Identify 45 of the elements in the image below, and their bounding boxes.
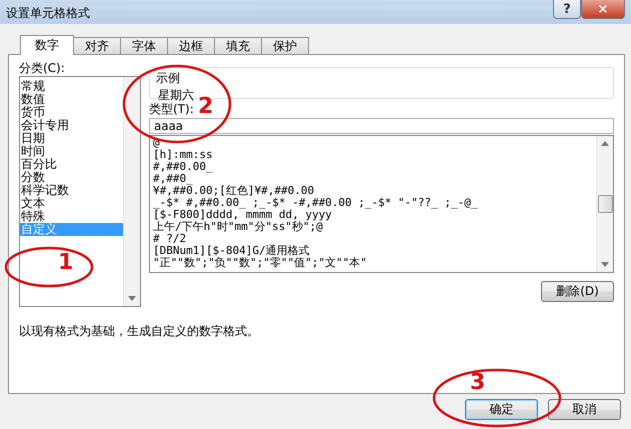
category-item[interactable]: 文本 [20, 197, 123, 210]
category-item[interactable]: 时间 [20, 145, 123, 158]
cancel-button[interactable]: 取消 [548, 399, 621, 420]
format-item[interactable]: #,##0.00_ [153, 161, 593, 173]
help-button[interactable]: ? [553, 0, 581, 19]
category-item[interactable]: 货币 [20, 106, 123, 119]
tab[interactable]: 字体 [120, 37, 168, 54]
annotation-number: 2 [198, 96, 214, 118]
format-item[interactable]: [h]:mm:ss [153, 149, 593, 161]
category-item[interactable]: 科学记数 [20, 184, 123, 197]
type-input[interactable]: aaaa [149, 118, 614, 134]
category-item[interactable]: 会计专用 [20, 119, 123, 132]
format-item[interactable]: [$-F800]dddd, mmmm dd, yyyy [153, 209, 593, 221]
tab[interactable]: 对齐 [73, 37, 121, 54]
format-item[interactable]: _-$* #,##0.00_ ;_-$* -#,##0.00 ;_-$* "-"??_ ;_-@_ [153, 197, 593, 209]
format-item[interactable]: "正""数";"负""数";"零""值";"文""本" [153, 257, 593, 269]
category-item[interactable]: 数值 [20, 93, 123, 106]
tab[interactable]: 数字 [20, 35, 74, 55]
ok-button[interactable]: 确定 [465, 399, 538, 420]
category-item[interactable]: 分数 [20, 171, 123, 184]
window-title: 设置单元格格式 [6, 5, 90, 22]
format-item[interactable]: [DBNum1][$-804]G/通用格式 [153, 245, 593, 257]
scroll-down-icon[interactable] [601, 262, 609, 267]
tab[interactable]: 保护 [261, 37, 309, 54]
format-item[interactable]: ¥#,##0.00;[红色]¥#,##0.00 [153, 185, 593, 197]
scroll-thumb[interactable] [598, 195, 612, 213]
annotation-number: 3 [470, 372, 486, 394]
category-item[interactable]: 特殊 [20, 210, 123, 223]
category-item[interactable]: 百分比 [20, 158, 123, 171]
description: 以现有格式为基础，生成自定义的数字格式。 [19, 323, 260, 340]
format-item[interactable]: #,##0_ [153, 173, 593, 185]
category-item[interactable]: 常规 [20, 80, 123, 93]
tab[interactable]: 填充 [214, 37, 262, 54]
category-label: 分类(C): [19, 61, 65, 76]
sample-value: 星期六 [157, 87, 195, 103]
scroll-down-icon[interactable] [128, 296, 136, 301]
sample-label: 示例 [156, 70, 181, 87]
tab[interactable]: 边框 [167, 37, 215, 54]
format-item[interactable]: # ?/2 [153, 233, 593, 245]
annotation-number: 1 [58, 252, 74, 274]
category-item[interactable]: 日期 [20, 132, 123, 145]
format-item[interactable]: 上午/下午h"时"mm"分"ss"秒";@ [153, 221, 593, 233]
scroll-up-icon[interactable] [601, 141, 609, 146]
type-label: 类型(T): [149, 102, 194, 117]
delete-button[interactable]: 删除(D) [541, 281, 614, 302]
